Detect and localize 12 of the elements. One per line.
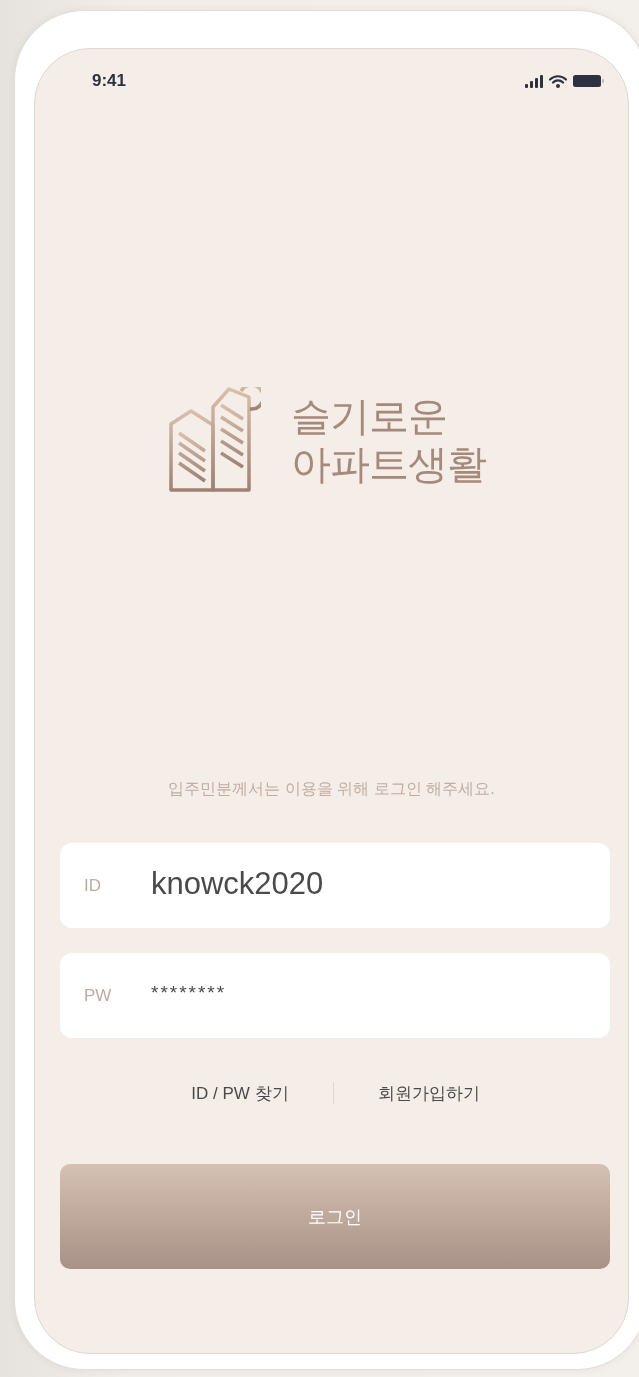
password-field[interactable]: PW ******** (60, 953, 610, 1038)
login-message: 입주민분께서는 이용을 위해 로그인 해주세요. (167, 779, 496, 799)
text-link[interactable]: 회원가입하기 (377, 1081, 480, 1105)
wifi-icon (549, 74, 567, 88)
app-name-line: 아파트생활 (291, 440, 486, 488)
app-name-line: 슬기로운 (291, 392, 448, 440)
text-link[interactable]: ID / PW 찾기 (191, 1081, 289, 1105)
id-field[interactable]: ID knowck2020 (60, 843, 610, 928)
battery-icon (573, 75, 604, 87)
status-time: 9:41 (92, 71, 127, 91)
signal-icon (525, 74, 543, 88)
buildings-logo-icon (169, 386, 261, 493)
